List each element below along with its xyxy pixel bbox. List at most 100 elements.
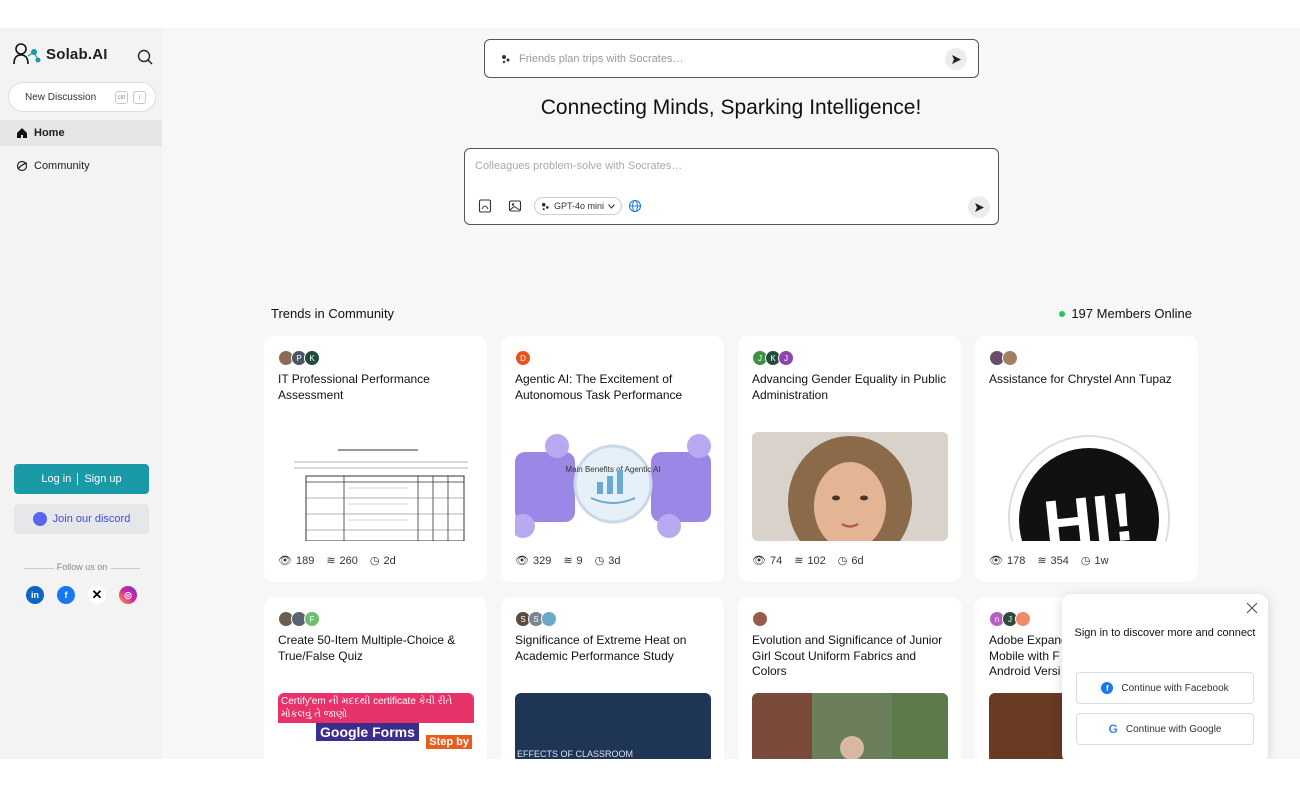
clock-icon: ◷ <box>1080 555 1091 567</box>
new-discussion-label: New Discussion <box>25 91 97 103</box>
sparkle-icon <box>541 202 549 210</box>
close-icon <box>1246 602 1258 614</box>
forms-step: Step by <box>426 735 472 749</box>
community-card[interactable]: Assistance for Chrystel Ann Tupaz HI! 👁 1… <box>975 336 1198 582</box>
clock-icon: ◷ <box>837 555 848 567</box>
logo-icon <box>13 43 41 65</box>
card-title[interactable]: Assistance for Chrystel Ann Tupaz <box>989 372 1189 388</box>
time-ago: 6d <box>851 554 864 567</box>
community-card[interactable]: F Create 50-Item Multiple-Choice & True/… <box>264 597 487 759</box>
avatar <box>752 611 768 627</box>
page-headline: Connecting Minds, Sparking Intelligence! <box>540 96 922 119</box>
top-search-bar[interactable]: Friends plan trips with Socrates… <box>484 39 979 78</box>
search-send-button[interactable] <box>945 48 967 70</box>
compose-box[interactable]: Colleagues problem-solve with Socrates… … <box>464 148 999 225</box>
linkedin-icon[interactable]: in <box>26 586 44 604</box>
pdf-upload-button[interactable] <box>477 198 493 214</box>
community-card[interactable]: Evolution and Significance of Junior Gir… <box>738 597 961 759</box>
card-image-portrait <box>752 432 948 541</box>
community-card[interactable]: J K J Advancing Gender Equality in Publi… <box>738 336 961 582</box>
card-title[interactable]: Adobe Expand Mobile with F Android Versi <box>989 633 1069 680</box>
compose-input[interactable]: Colleagues problem-solve with Socrates… <box>475 160 682 172</box>
social-links: in f ✕ ◎ <box>26 586 137 604</box>
views-count: 189 <box>295 554 315 567</box>
send-icon <box>974 202 984 212</box>
views-icon: 👁 <box>278 555 292 567</box>
image-upload-button[interactable] <box>507 198 523 214</box>
sidebar: Solab.AI New Discussion ctrl i Home Comm… <box>0 28 162 759</box>
sidebar-item-home[interactable]: Home <box>0 120 162 146</box>
logo[interactable]: Solab.AI <box>12 42 108 66</box>
join-discord-button[interactable]: Join our discord <box>14 504 149 534</box>
card-image-forms: Certify'em ની મદદથી certificate કેવી રીત… <box>278 693 474 759</box>
popup-title: Sign in to discover more and connect <box>1074 627 1256 639</box>
x-icon[interactable]: ✕ <box>88 586 106 604</box>
portrait-photo-image <box>752 432 948 541</box>
model-label: GPT-4o mini <box>554 201 605 211</box>
avatar-group: P K <box>278 350 320 366</box>
card-title[interactable]: Advancing Gender Equality in Public Admi… <box>752 372 952 403</box>
avatar: J <box>778 350 794 366</box>
avatar <box>1002 350 1018 366</box>
card-image-agentic: Main Benefits of Agentic AI <box>515 432 711 541</box>
forms-banner: Certify'em ની મદદથી certificate કેવી રીત… <box>278 693 474 723</box>
time-ago: 2d <box>383 554 396 567</box>
compose-send-button[interactable] <box>968 196 990 218</box>
hi-sticker-image: HI! <box>1008 435 1170 541</box>
sidebar-search-button[interactable] <box>136 48 154 66</box>
close-button[interactable] <box>1246 601 1258 614</box>
model-selector[interactable]: GPT-4o mini <box>534 197 623 215</box>
layers-icon: ≋ <box>563 555 573 567</box>
layers-count: 354 <box>1050 554 1069 567</box>
card-title[interactable]: IT Professional Performance Assessment <box>278 372 478 403</box>
avatar-group: J K J <box>752 350 794 366</box>
sidebar-item-label: Community <box>34 160 90 172</box>
card-title[interactable]: Significance of Extreme Heat on Academic… <box>515 633 715 664</box>
agentic-center-text: Main Benefits of Agentic AI <box>565 465 660 474</box>
google-label: Continue with Google <box>1125 723 1222 735</box>
agentic-ai-diagram-image: Main Benefits of Agentic AI <box>515 434 711 538</box>
heat-caption: EFFECTS OF CLASSROOM <box>517 749 634 759</box>
shortcut-key-ctrl: ctrl <box>115 91 128 104</box>
layers-count: 9 <box>576 554 583 567</box>
card-title[interactable]: Evolution and Significance of Junior Gir… <box>752 633 952 680</box>
avatar <box>1015 611 1031 627</box>
community-card[interactable]: D Agentic AI: The Excitement of Autonomo… <box>501 336 724 582</box>
avatar-group: S S <box>515 611 557 627</box>
avatar: D <box>515 350 531 366</box>
continue-google-button[interactable]: G Continue with Google <box>1076 713 1254 745</box>
hi-text: HI! <box>1040 478 1138 541</box>
card-stats: 👁 178 ≋ 354 ◷ 1w <box>989 554 1109 568</box>
web-search-toggle[interactable] <box>627 198 643 214</box>
sparkle-icon <box>502 54 510 63</box>
card-image-hi: HI! <box>989 432 1185 541</box>
continue-facebook-button[interactable]: f Continue with Facebook <box>1076 672 1254 704</box>
layers-count: 102 <box>807 554 826 567</box>
community-card[interactable]: P K IT Professional Performance Assessme… <box>264 336 487 582</box>
card-title[interactable]: Create 50-Item Multiple-Choice & True/Fa… <box>278 633 478 664</box>
views-icon: 👁 <box>989 555 1003 567</box>
facebook-icon[interactable]: f <box>57 586 75 604</box>
logo-text: Solab.AI <box>46 45 108 63</box>
members-online: 197 Members Online <box>1059 306 1192 321</box>
views-count: 329 <box>532 554 552 567</box>
views-count: 74 <box>769 554 783 567</box>
login-signup-button[interactable]: Log in Sign up <box>14 464 149 494</box>
community-card[interactable]: S S Significance of Extreme Heat on Acad… <box>501 597 724 759</box>
google-icon: G <box>1108 722 1118 736</box>
instagram-icon[interactable]: ◎ <box>119 586 137 604</box>
search-input[interactable]: Friends plan trips with Socrates… <box>519 53 683 65</box>
new-discussion-button[interactable]: New Discussion ctrl i <box>8 82 156 112</box>
pdf-icon <box>478 199 492 213</box>
street-photo-image <box>752 693 948 759</box>
card-stats: 👁 189 ≋ 260 ◷ 2d <box>278 554 396 568</box>
discord-icon <box>32 512 47 526</box>
card-title[interactable]: Agentic AI: The Excitement of Autonomous… <box>515 372 715 403</box>
layers-icon: ≋ <box>1037 555 1047 567</box>
layers-count: 260 <box>339 554 358 567</box>
chevron-down-icon <box>608 203 615 209</box>
divider <box>77 473 79 485</box>
sidebar-item-community[interactable]: Community <box>0 153 162 179</box>
shortcut-key-i: i <box>133 91 146 104</box>
avatar: K <box>304 350 320 366</box>
